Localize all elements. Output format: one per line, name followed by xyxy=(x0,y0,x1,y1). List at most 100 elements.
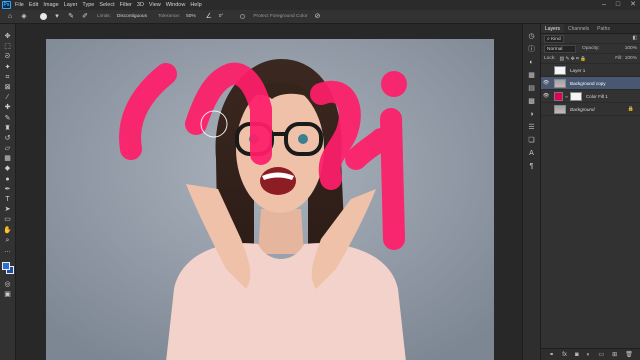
foreground-color-swatch[interactable] xyxy=(1,262,10,271)
character-icon[interactable]: A xyxy=(527,147,536,160)
lock-row: Lock: ▧ ✎ ✥ ⌗ 🔒 Fill: 100% xyxy=(541,54,640,64)
properties-icon[interactable]: ☰ xyxy=(527,121,536,134)
adjustments-icon[interactable]: ◑ xyxy=(527,108,536,121)
eye-icon[interactable]: 👁 xyxy=(541,80,551,86)
brush-preset-picker[interactable] xyxy=(40,13,47,20)
home-icon[interactable]: ⌂ xyxy=(6,13,14,21)
new-layer-icon[interactable]: ⊞ xyxy=(612,351,617,358)
menu-type[interactable]: Type xyxy=(82,0,94,10)
document-canvas[interactable] xyxy=(46,39,494,360)
pen-icon[interactable]: ✒ xyxy=(3,185,13,195)
more-icon[interactable]: … xyxy=(3,246,13,256)
paragraph-icon[interactable]: ¶ xyxy=(527,160,536,173)
menu-view[interactable]: View xyxy=(149,0,161,10)
history-brush-icon[interactable]: ↺ xyxy=(3,134,13,144)
minimize-button[interactable]: – xyxy=(602,1,606,9)
crop-icon[interactable]: ⌗ xyxy=(3,73,13,83)
kind-label: Kind xyxy=(551,36,561,42)
rectangle-icon[interactable]: ▭ xyxy=(3,215,13,225)
menu-3d[interactable]: 3D xyxy=(137,0,144,10)
lasso-icon[interactable]: ᘐ xyxy=(3,52,13,62)
tab-paths[interactable]: Paths xyxy=(593,24,614,33)
menu-image[interactable]: Image xyxy=(43,0,58,10)
quick-select-icon[interactable]: ✦ xyxy=(3,63,13,73)
menu-bar: Ps File Edit Image Layer Type Select Fil… xyxy=(0,0,640,10)
fill-field[interactable]: 100% xyxy=(625,56,637,61)
stamp-icon[interactable]: ♜ xyxy=(3,124,13,134)
gradient-icon[interactable]: ▦ xyxy=(3,154,13,164)
eye-icon[interactable]: 👁 xyxy=(541,93,551,99)
layer-row[interactable]: 👁 Background copy xyxy=(541,77,640,90)
layer-name: Color Fill 1 xyxy=(585,93,608,99)
protect-foreground-label: Protect Foreground Color xyxy=(253,14,308,19)
bucket-tool-icon[interactable]: ◈ xyxy=(20,13,28,21)
opacity-field[interactable]: 100% xyxy=(625,46,637,51)
brush-settings-icon[interactable]: ▾ xyxy=(53,13,61,21)
tools-panel: ✥ ⬚ ᘐ ✦ ⌗ ⊠ ⁄ ✚ ✎ ♜ ↺ ▱ ▦ ◆ ● ✒ T ➤ ▭ ✋ … xyxy=(0,24,16,360)
dodge-icon[interactable]: ● xyxy=(3,175,13,185)
filter-toggle-icon[interactable]: ◧ xyxy=(632,36,637,41)
hand-icon[interactable]: ✋ xyxy=(3,226,13,236)
close-button[interactable]: ✕ xyxy=(630,1,636,9)
tolerance-field[interactable]: 50% xyxy=(183,14,199,19)
blur-icon[interactable]: ◆ xyxy=(3,164,13,174)
layer-row[interactable]: Background 🔒 xyxy=(541,103,640,116)
gradients-icon[interactable]: ▤ xyxy=(527,82,536,95)
blend-mode-dropdown[interactable]: Normal xyxy=(544,44,576,53)
menu-select[interactable]: Select xyxy=(99,0,114,10)
history-icon[interactable]: ◷ xyxy=(527,30,536,43)
sample-icon[interactable]: ✐ xyxy=(81,13,89,21)
path-select-icon[interactable]: ➤ xyxy=(3,205,13,215)
layer-row[interactable]: 👁 ∞ Color Fill 1 xyxy=(541,90,640,103)
angle-field[interactable]: 0° xyxy=(216,14,227,19)
menu-edit[interactable]: Edit xyxy=(29,0,38,10)
link-layers-icon[interactable]: ⚭ xyxy=(549,351,554,358)
maximize-button[interactable]: □ xyxy=(616,1,620,9)
kind-filter-dropdown[interactable]: ⌕ Kind xyxy=(544,34,564,43)
marquee-icon[interactable]: ⬚ xyxy=(3,42,13,52)
menu-layer[interactable]: Layer xyxy=(64,0,78,10)
layer-row[interactable]: Layer 1 xyxy=(541,64,640,77)
layer-thumbnail xyxy=(554,65,566,75)
new-group-icon[interactable]: ▭ xyxy=(598,351,604,358)
panel-icon-strip: ◷ ⓘ ◐ ▦ ▤ ▩ ◑ ☰ ❏ A ¶ xyxy=(522,24,540,360)
photo-mouth xyxy=(260,167,296,195)
tab-channels[interactable]: Channels xyxy=(564,24,593,33)
zoom-icon[interactable]: ⌕ xyxy=(3,236,13,246)
pressure-icon[interactable]: ⊘ xyxy=(313,13,321,21)
add-mask-icon[interactable]: ◙ xyxy=(575,352,579,358)
opacity-label: Opacity: xyxy=(582,46,600,51)
menu-filter[interactable]: Filter xyxy=(120,0,132,10)
link-icon: ∞ xyxy=(565,93,568,99)
quick-mask-icon[interactable]: ◎ xyxy=(3,280,13,290)
color-icon[interactable]: ◐ xyxy=(527,56,536,69)
angle-icon: ∠ xyxy=(205,12,212,20)
swatches-icon[interactable]: ▦ xyxy=(527,69,536,82)
delete-layer-icon[interactable]: 🗑 xyxy=(625,351,633,358)
document-workspace xyxy=(16,24,522,360)
healing-icon[interactable]: ✚ xyxy=(3,103,13,113)
eraser-icon[interactable]: ▱ xyxy=(3,144,13,154)
menu-help[interactable]: Help xyxy=(190,0,201,10)
adjustment-layer-icon[interactable]: ◐ xyxy=(587,352,591,358)
menu-window[interactable]: Window xyxy=(166,0,186,10)
frame-icon[interactable]: ⊠ xyxy=(3,83,13,93)
fx-icon[interactable]: fx xyxy=(562,352,567,358)
options-bar: ⌂ ◈ ▾ ✎ ✐ Limits: Discontiguous Toleranc… xyxy=(0,10,640,24)
brush-icon[interactable]: ✎ xyxy=(3,114,13,124)
limits-dropdown[interactable]: Discontiguous xyxy=(114,14,150,19)
menu-file[interactable]: File xyxy=(15,0,24,10)
airbrush-icon[interactable]: ✎ xyxy=(67,13,75,21)
libraries-icon[interactable]: ❏ xyxy=(527,134,536,147)
lock-icons[interactable]: ▧ ✎ ✥ ⌗ 🔒 xyxy=(559,56,586,62)
eyedropper-icon[interactable]: ⁄ xyxy=(3,93,13,103)
color-fill-swatch[interactable] xyxy=(554,91,563,101)
move-icon[interactable]: ✥ xyxy=(3,32,13,42)
patterns-icon[interactable]: ▩ xyxy=(527,95,536,108)
tab-layers[interactable]: Layers xyxy=(541,24,565,33)
photo-right-eye xyxy=(298,134,308,144)
info-icon[interactable]: ⓘ xyxy=(527,43,536,56)
screen-mode-icon[interactable]: ▣ xyxy=(3,290,13,300)
type-icon[interactable]: T xyxy=(3,195,13,205)
protect-foreground-checkbox[interactable] xyxy=(240,14,246,19)
